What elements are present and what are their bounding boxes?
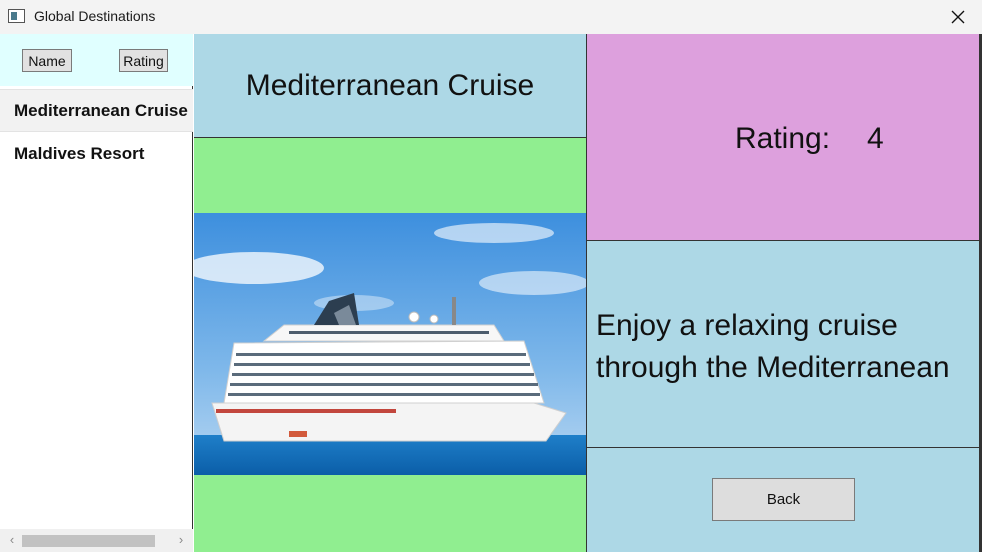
sort-bar: Name Rating bbox=[0, 34, 193, 86]
destination-title: Mediterranean Cruise bbox=[194, 34, 587, 138]
back-button[interactable]: Back bbox=[712, 478, 855, 521]
window-title: Global Destinations bbox=[34, 8, 156, 24]
cruise-ship-photo bbox=[194, 213, 586, 475]
window-title-bar: Global Destinations bbox=[0, 0, 982, 34]
description-panel: Enjoy a relaxing cruise through the Medi… bbox=[587, 241, 982, 448]
sort-by-rating-button[interactable]: Rating bbox=[119, 49, 168, 72]
scrollbar-thumb[interactable] bbox=[22, 535, 155, 547]
list-item[interactable]: Maldives Resort bbox=[0, 132, 193, 175]
back-panel: Back bbox=[587, 448, 982, 552]
scroll-right-icon[interactable]: › bbox=[173, 532, 189, 547]
destination-sidebar: Name Rating Mediterranean Cruise Maldive… bbox=[0, 34, 193, 552]
destination-list: Mediterranean Cruise Maldives Resort bbox=[0, 89, 193, 175]
rating-value: 4 bbox=[867, 122, 884, 155]
scroll-left-icon[interactable]: ‹ bbox=[4, 532, 20, 547]
rating-panel: Rating: 4 bbox=[587, 34, 982, 241]
app-window-icon bbox=[8, 9, 25, 23]
sort-by-name-button[interactable]: Name bbox=[22, 49, 72, 72]
destination-description: Enjoy a relaxing cruise through the Medi… bbox=[596, 309, 950, 384]
horizontal-scrollbar[interactable]: ‹ › bbox=[0, 529, 193, 552]
list-item[interactable]: Mediterranean Cruise bbox=[0, 89, 193, 132]
close-icon bbox=[951, 10, 965, 24]
rating-label: Rating: bbox=[735, 122, 831, 155]
close-button[interactable] bbox=[934, 0, 982, 34]
